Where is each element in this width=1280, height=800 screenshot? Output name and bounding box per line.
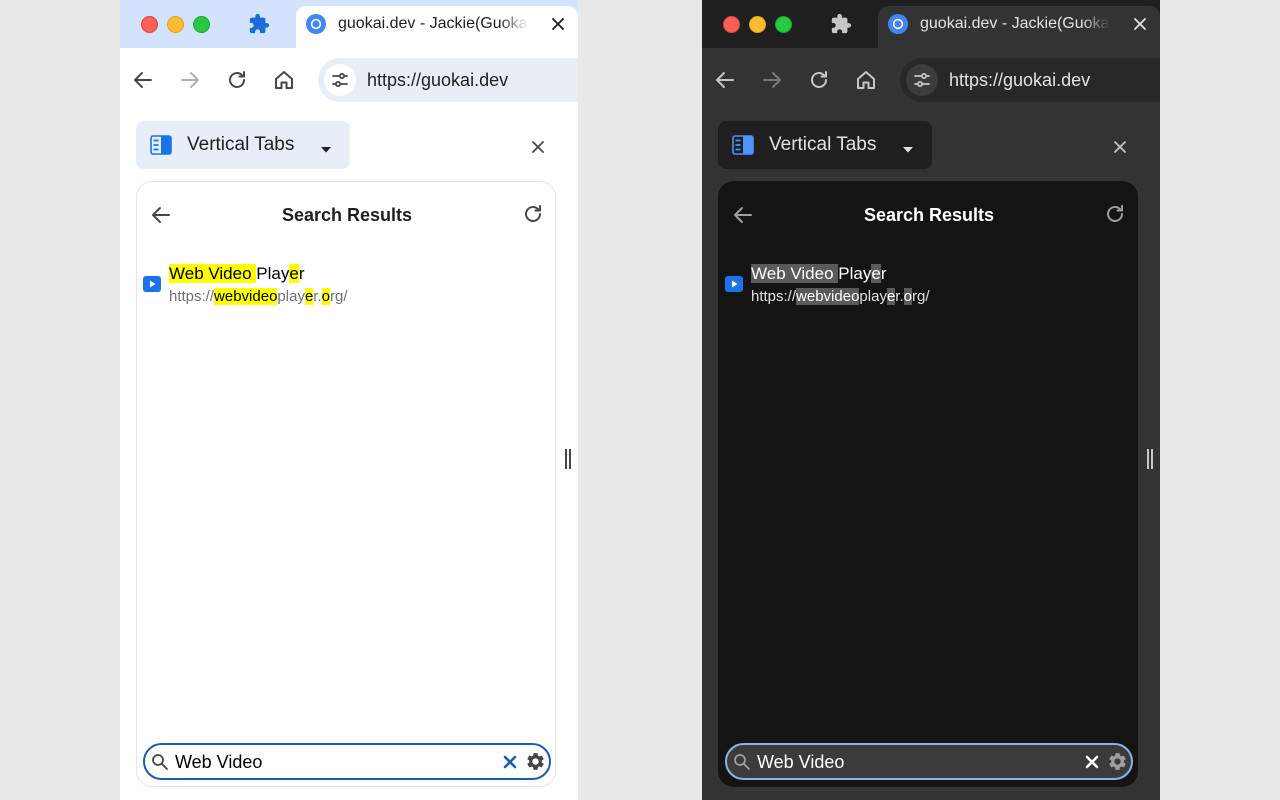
search-input[interactable] [175,749,475,775]
active-tab[interactable]: guokai.dev - Jackie(Guokai Han) [296,6,578,48]
text-segment: Play [838,264,872,283]
highlighted-text: webvideo [796,288,860,305]
tab-close-icon[interactable] [1132,16,1148,32]
text-segment: play [277,288,305,305]
clear-icon[interactable] [1084,754,1100,770]
site-favicon-icon [306,14,326,34]
side-panel-selector[interactable]: Vertical Tabs [718,121,932,169]
window-close-button[interactable] [141,16,158,33]
back-icon[interactable] [131,68,155,92]
refresh-icon[interactable] [521,202,545,226]
side-panel-selector[interactable]: Vertical Tabs [136,121,350,169]
results-card: Search Results Web Video Player https://… [136,181,556,787]
active-tab[interactable]: guokai.dev - Jackie(Guokai Han) [878,6,1160,48]
home-icon[interactable] [272,68,296,92]
window-minimize-button[interactable] [749,16,766,33]
video-player-favicon [725,276,743,292]
result-title: Web Video Player [169,264,305,284]
window-zoom-button[interactable] [775,16,792,33]
close-side-panel-icon[interactable] [1110,137,1130,157]
text-segment: play [859,288,887,305]
refresh-icon[interactable] [1103,202,1127,226]
side-panel-title: Vertical Tabs [769,134,877,155]
text-segment: rg/ [911,288,930,305]
window-minimize-button[interactable] [167,16,184,33]
highlighted-text: o [903,288,912,305]
clear-icon[interactable] [502,754,518,770]
result-url: https://webvideoplayer.org/ [169,288,348,306]
text-segment: rg/ [329,288,348,305]
result-url: https://webvideoplayer.org/ [751,288,930,306]
resize-handle-icon[interactable] [1145,448,1155,470]
search-icon [733,753,751,771]
highlighted-text: o [321,288,330,305]
toolbar: https://guokai.dev [702,48,1160,112]
extensions-puzzle-icon[interactable] [830,13,852,35]
search-bar [143,743,551,780]
resize-handle-icon[interactable] [563,448,573,470]
vertical-tabs-icon [150,135,172,160]
text-segment: https:// [169,288,215,305]
text-segment: r. [895,288,904,305]
site-favicon-icon [888,14,908,34]
address-bar[interactable]: https://guokai.dev [318,58,578,102]
site-info-icon[interactable] [906,64,938,96]
tab-strip: guokai.dev - Jackie(Guokai Han) [702,0,1160,48]
caret-down-icon [320,141,332,159]
tab-strip: guokai.dev - Jackie(Guokai Han) [120,0,578,48]
url-text: https://guokai.dev [367,70,509,90]
highlighted-text: e [289,264,299,283]
search-result-item[interactable]: Web Video Player https://webvideoplayer.… [143,261,543,311]
reload-icon[interactable] [225,68,249,92]
browser-window-light: guokai.dev - Jackie(Guokai Han) https://… [120,0,578,800]
caret-down-icon [902,141,914,159]
window-close-button[interactable] [723,16,740,33]
results-title: Search Results [281,205,413,225]
gear-icon[interactable] [525,751,546,772]
tab-close-icon[interactable] [550,16,566,32]
tab-title: guokai.dev - Jackie(Guokai Han) [338,14,528,34]
vertical-tabs-icon [732,135,754,160]
side-panel-title: Vertical Tabs [187,134,295,155]
gear-icon[interactable] [1107,751,1128,772]
text-segment: r [298,264,305,283]
video-player-favicon [143,276,161,292]
text-segment: Play [256,264,290,283]
highlighted-text: e [871,264,881,283]
result-title: Web Video Player [751,264,887,284]
results-title: Search Results [863,205,995,225]
extensions-puzzle-icon[interactable] [248,13,270,35]
tab-title: guokai.dev - Jackie(Guokai Han) [920,14,1110,34]
highlighted-text: webvideo [214,288,278,305]
search-bar [725,743,1133,780]
site-info-icon[interactable] [324,64,356,96]
forward-icon[interactable] [760,68,784,92]
search-result-item[interactable]: Web Video Player https://webvideoplayer.… [725,261,1125,311]
url-text: https://guokai.dev [949,70,1091,90]
toolbar: https://guokai.dev [120,48,578,112]
window-zoom-button[interactable] [193,16,210,33]
results-card: Search Results Web Video Player https://… [718,181,1138,787]
address-bar[interactable]: https://guokai.dev [900,58,1160,102]
text-segment: https:// [751,288,797,305]
back-icon[interactable] [713,68,737,92]
close-side-panel-icon[interactable] [528,137,548,157]
highlighted-text: Web Video [751,264,839,283]
search-icon [151,753,169,771]
text-segment: r [880,264,887,283]
forward-icon[interactable] [178,68,202,92]
search-input[interactable] [757,749,1057,775]
home-icon[interactable] [854,68,878,92]
highlighted-text: Web Video [169,264,257,283]
text-segment: r. [313,288,322,305]
browser-window-dark: guokai.dev - Jackie(Guokai Han) https://… [702,0,1160,800]
reload-icon[interactable] [807,68,831,92]
